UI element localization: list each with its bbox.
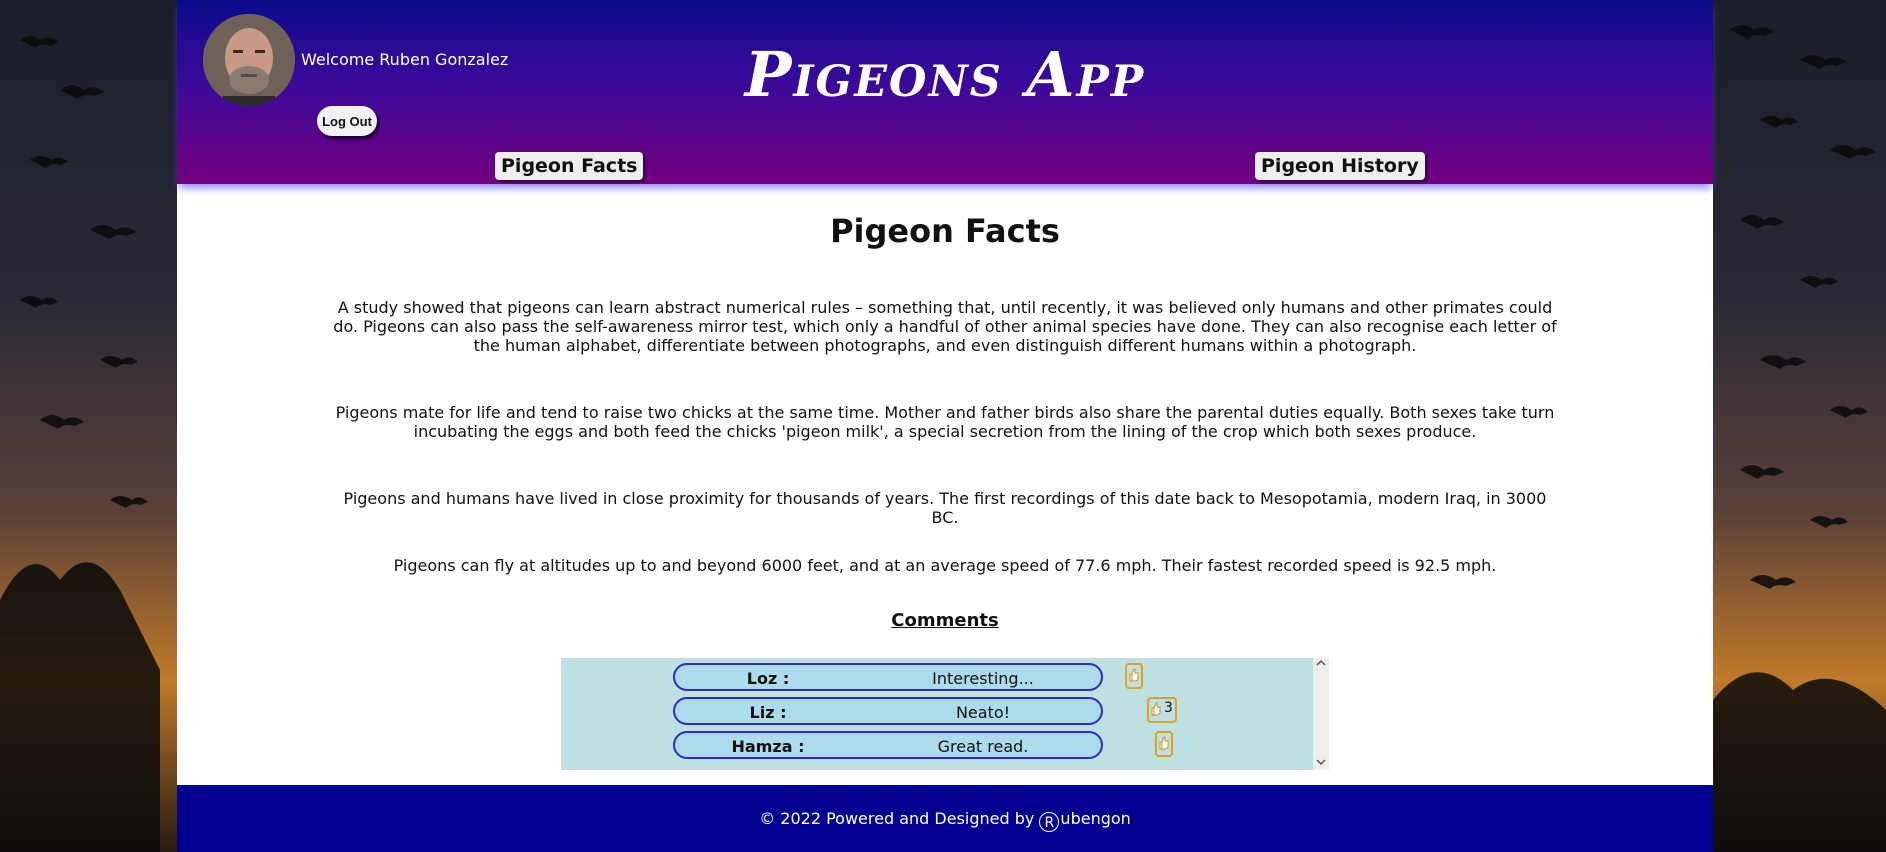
fact-paragraph: Pigeons mate for life and tend to raise … [335,403,1555,441]
page-container: Welcome Ruben Gonzalez Log Out Pigeons A… [177,0,1713,852]
comments-list[interactable]: Loz : Interesting... Liz : Neato! 3 Hamz… [561,658,1329,770]
fact-paragraph: A study showed that pigeons can learn ab… [333,298,1557,355]
fact-paragraph: Pigeons can fly at altitudes up to and b… [393,556,1497,575]
like-button[interactable] [1125,663,1143,689]
nav-pigeon-history-button[interactable]: Pigeon History [1255,152,1425,180]
comment-item: Hamza : Great read. [673,731,1103,759]
page-title: Pigeon Facts [830,212,1060,250]
app-title: Pigeons App [744,38,1146,111]
comment-author: Loz : [746,669,790,688]
comment-author: Hamza : [731,737,805,756]
like-count: 3 [1164,700,1173,716]
like-button[interactable]: 3 [1147,697,1177,723]
comment-text: Neato! [955,703,1011,722]
comment-item: Loz : Interesting... [673,663,1103,691]
fact-paragraph: Pigeons and humans have lived in close p… [343,489,1547,527]
chevron-down-icon[interactable] [1316,757,1326,770]
comments-heading: Comments [891,610,999,631]
comment-text: Great read. [937,737,1029,756]
like-button[interactable] [1155,731,1173,757]
thumbs-up-icon [1129,668,1139,682]
footer-text: © 2022 Powered and Designed by [759,809,1035,828]
registered-mark-icon: R [1039,812,1060,832]
comment-text: Interesting... [932,669,1034,688]
nav-pigeon-facts-button[interactable]: Pigeon Facts [495,152,644,180]
site-footer: © 2022 Powered and Designed by Rubengon [177,785,1713,852]
comment-item: Liz : Neato! [673,697,1103,725]
comments-scrollbar[interactable] [1313,658,1329,770]
comment-author: Liz : [749,703,787,722]
site-header: Welcome Ruben Gonzalez Log Out Pigeons A… [177,0,1713,184]
thumbs-up-icon [1151,702,1161,716]
footer-brand: ubengon [1060,809,1131,828]
footer-credit: © 2022 Powered and Designed by Rubengon [177,809,1713,832]
thumbs-up-icon [1159,736,1169,750]
chevron-up-icon[interactable] [1316,658,1326,671]
